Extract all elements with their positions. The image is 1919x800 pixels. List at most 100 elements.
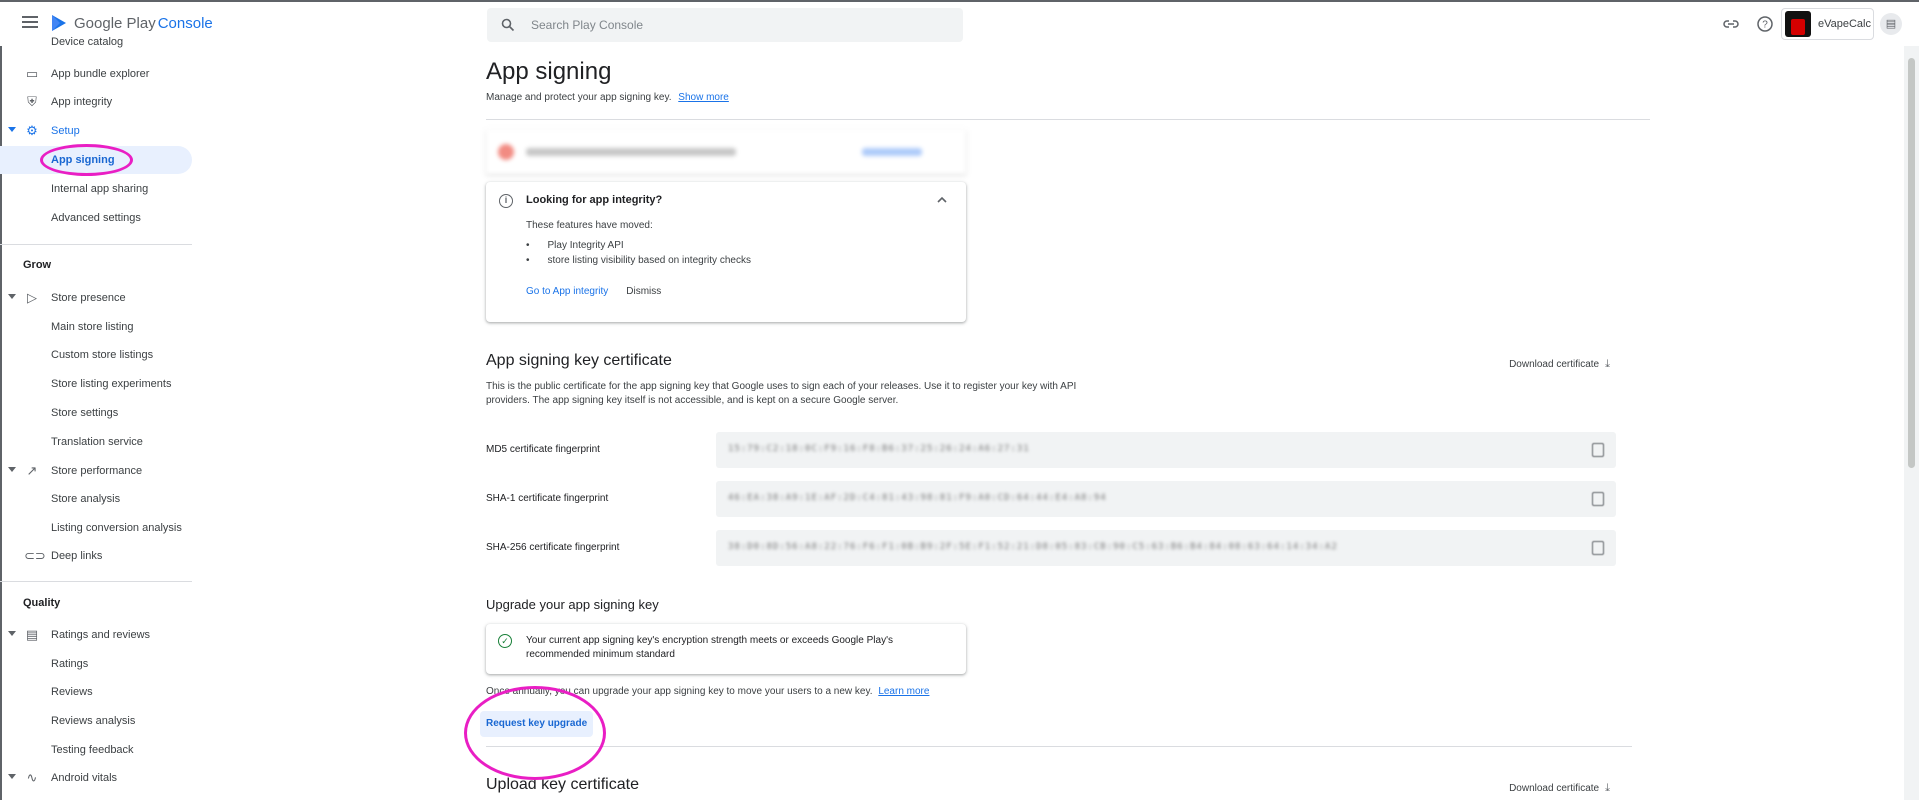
shield-icon: ⛨ — [27, 94, 37, 109]
sidebar-item-label: App bundle explorer — [51, 68, 150, 80]
fingerprint-value: 15:79:C2:18:0C:F9:16:F8:B6:37:25:26:24:A… — [728, 444, 1030, 454]
search-icon — [501, 18, 515, 32]
show-more-link[interactable]: Show more — [678, 92, 729, 103]
sidebar-item-label: Reviews analysis — [51, 715, 136, 727]
sha256-fingerprint-row: SHA-256 certificate fingerprint 38:D0:8D… — [486, 530, 1616, 566]
sidebar-item-deep-links[interactable]: ⊂⊃ Deep links — [0, 542, 192, 570]
chevron-down-icon — [8, 467, 16, 472]
fingerprint-value: 38:D0:8D:56:A8:22:76:F6:F1:0B:B9:2F:5E:F… — [728, 542, 1338, 552]
sidebar-item-label: App integrity — [51, 96, 113, 108]
list-item: Play Integrity API — [526, 240, 751, 255]
card-actions: Go to App integrity Dismiss — [526, 286, 661, 297]
sidebar-item-ratings-and-reviews[interactable]: ▤ Ratings and reviews — [0, 621, 192, 649]
sidebar-heading-quality: Quality — [23, 597, 61, 609]
page-scrollbar[interactable] — [1904, 46, 1919, 800]
sidebar-item-label: Setup — [51, 125, 80, 137]
sidebar-item-label: Testing feedback — [51, 744, 134, 756]
sidebar-item-label: Listing conversion analysis — [51, 522, 182, 534]
sidebar-item-label: Android vitals — [51, 772, 118, 784]
chevron-up-icon[interactable] — [936, 194, 948, 206]
bundle-icon: ▭ — [25, 66, 39, 81]
scrollbar-thumb[interactable] — [1908, 58, 1915, 468]
sidebar-item-label: Translation service — [51, 436, 143, 448]
search-input[interactable]: Search Play Console — [531, 18, 643, 32]
list-item-text: store listing visibility based on integr… — [547, 255, 751, 266]
sidebar-item-reviews-analysis[interactable]: Reviews analysis — [0, 707, 192, 735]
check-circle-icon: ✓ — [498, 634, 512, 648]
trending-icon: ↗ — [26, 463, 38, 478]
info-icon: i — [499, 194, 513, 208]
download-certificate-button[interactable]: Download certificate ⤓ — [1509, 358, 1610, 371]
fingerprint-label: SHA-256 certificate fingerprint — [486, 542, 620, 553]
sidebar-item-store-presence[interactable]: ▷ Store presence — [0, 284, 192, 312]
fingerprint-field[interactable]: 15:79:C2:18:0C:F9:16:F8:B6:37:25:26:24:A… — [716, 432, 1616, 468]
sidebar-item-label: Device catalog — [51, 36, 124, 48]
sidebar-item-store-settings[interactable]: Store settings — [0, 399, 192, 427]
sidebar-item-store-listing-experiments[interactable]: Store listing experiments — [0, 370, 192, 398]
copy-icon[interactable] — [1592, 541, 1604, 555]
sidebar-item-advanced-settings[interactable]: Advanced settings — [0, 204, 192, 232]
sidebar-item-setup[interactable]: ⚙ Setup — [0, 117, 192, 145]
md5-fingerprint-row: MD5 certificate fingerprint 15:79:C2:18:… — [486, 432, 1616, 468]
sidebar-item-app-integrity[interactable]: ⛨ App integrity — [0, 88, 192, 116]
app-signing-key-certificate-heading: App signing key certificate — [486, 352, 672, 369]
sidebar-item-label: Store settings — [51, 407, 119, 419]
sidebar-item-ratings[interactable]: Ratings — [0, 650, 192, 678]
sidebar-item-label: Custom store listings — [51, 349, 154, 361]
play-logo-icon — [52, 15, 66, 31]
fingerprint-field[interactable]: 38:D0:8D:56:A8:22:76:F6:F1:0B:B9:2F:5E:F… — [716, 530, 1616, 566]
app-integrity-moved-card: i Looking for app integrity? These featu… — [486, 182, 966, 322]
fingerprint-label: SHA-1 certificate fingerprint — [486, 493, 609, 504]
play-icon: ▷ — [27, 290, 37, 305]
copy-icon[interactable] — [1592, 443, 1604, 457]
list-item-text: Play Integrity API — [547, 240, 624, 251]
sidebar-item-label: Main store listing — [51, 321, 134, 333]
sidebar-item-main-store-listing[interactable]: Main store listing — [0, 313, 192, 341]
account-switcher[interactable]: eVapeCalc — [1781, 8, 1874, 40]
download-certificate-label: Download certificate — [1509, 783, 1600, 794]
sidebar-item-store-analysis[interactable]: Store analysis — [0, 485, 192, 513]
sidebar-item-reviews[interactable]: Reviews — [0, 678, 192, 706]
search-bar[interactable]: Search Play Console — [487, 8, 963, 42]
sidebar-item-label: Ratings and reviews — [51, 629, 151, 641]
upgrade-key-heading: Upgrade your app signing key — [486, 597, 659, 612]
developer-account-icon[interactable]: ▤ — [1880, 13, 1902, 35]
list-item: store listing visibility based on integr… — [526, 255, 751, 270]
card-title: Looking for app integrity? — [526, 194, 663, 206]
sidebar-item-store-performance[interactable]: ↗ Store performance — [0, 457, 192, 485]
logo-text-google-play: Google Play — [74, 14, 156, 32]
sidebar-item-label: Ratings — [51, 658, 89, 670]
copy-icon[interactable] — [1592, 492, 1604, 506]
sidebar-divider — [0, 581, 192, 582]
sidebar-item-label: Internal app sharing — [51, 183, 149, 195]
sidebar-item-label: Store performance — [51, 465, 143, 477]
chevron-down-icon — [8, 294, 16, 299]
learn-more-link[interactable]: Learn more — [878, 686, 929, 697]
chevron-down-icon — [8, 774, 16, 779]
sidebar-heading-grow: Grow — [23, 259, 52, 271]
sidebar-item-label: Store analysis — [51, 493, 121, 505]
sidebar-item-device-catalog[interactable]: Device catalog — [0, 32, 192, 52]
sidebar-item-android-vitals[interactable]: ∿ Android vitals — [0, 764, 192, 792]
hamburger-menu-icon[interactable] — [22, 16, 38, 30]
sidebar-item-translation-service[interactable]: Translation service — [0, 428, 192, 456]
link-icon[interactable] — [1721, 15, 1741, 35]
sidebar-item-listing-conversion-analysis[interactable]: Listing conversion analysis — [0, 514, 192, 542]
go-to-app-integrity-button[interactable]: Go to App integrity — [526, 286, 608, 297]
play-console-logo[interactable]: Google Play Console — [50, 14, 213, 32]
sidebar-item-testing-feedback[interactable]: Testing feedback — [0, 736, 192, 764]
sha1-fingerprint-row: SHA-1 certificate fingerprint 46:EA:38:A… — [486, 481, 1616, 517]
account-name: eVapeCalc — [1818, 18, 1871, 30]
blurred-banner — [486, 130, 966, 174]
help-icon[interactable]: ? — [1755, 15, 1775, 35]
top-app-bar: Google Play Console Search Play Console … — [0, 0, 1919, 46]
upload-key-certificate-heading: Upload key certificate — [486, 776, 639, 793]
sidebar-item-label: Store presence — [51, 292, 126, 304]
dismiss-button[interactable]: Dismiss — [626, 286, 661, 297]
sidebar-item-internal-app-sharing[interactable]: Internal app sharing — [0, 175, 192, 203]
fingerprint-field[interactable]: 46:EA:38:A9:1E:AF:2D:C4:81:43:98:81:F9:A… — [716, 481, 1616, 517]
sidebar-item-app-bundle-explorer[interactable]: ▭ App bundle explorer — [0, 60, 192, 88]
subtitle-text: Manage and protect your app signing key. — [486, 92, 672, 103]
sidebar-item-custom-store-listings[interactable]: Custom store listings — [0, 341, 192, 369]
download-upload-certificate-button[interactable]: Download certificate ⤓ — [1509, 782, 1610, 795]
